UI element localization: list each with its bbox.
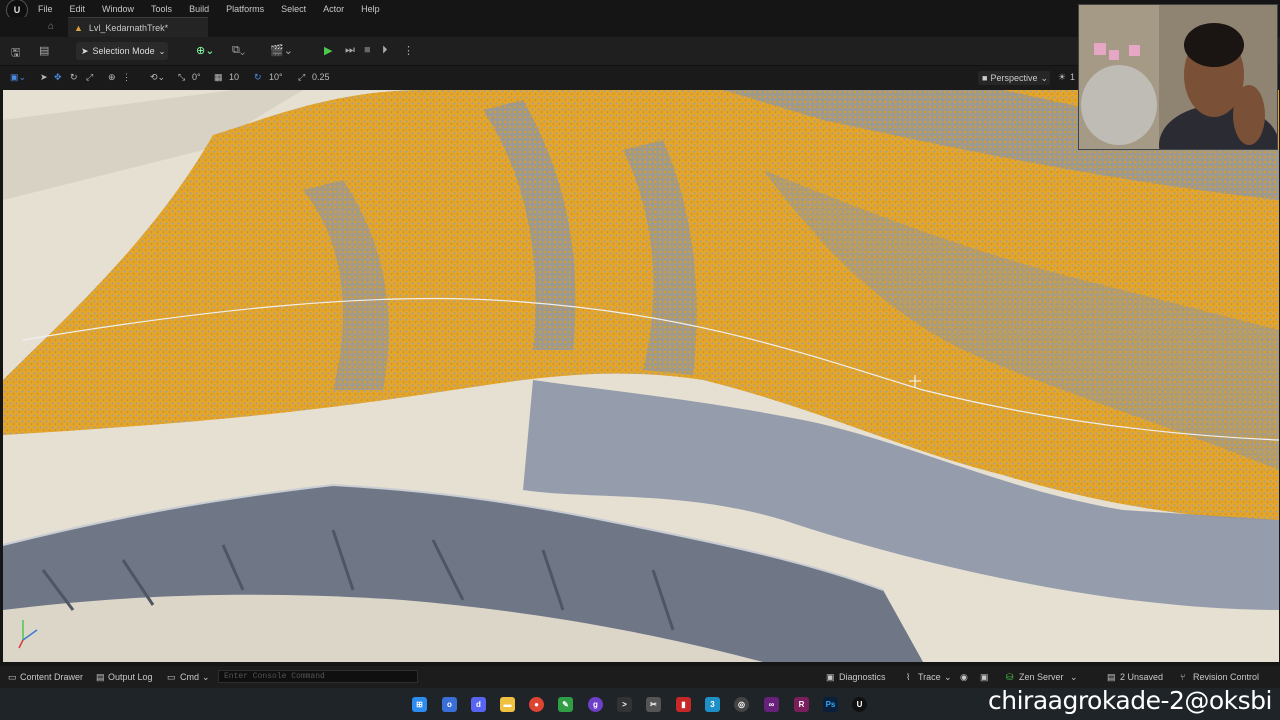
perspective-dropdown[interactable]: ■ Perspective ⌄ — [978, 71, 1050, 85]
red-app-icon[interactable]: ▮ — [676, 697, 691, 712]
scale-icon[interactable]: ⤢ — [86, 72, 93, 83]
unreal-engine-icon[interactable]: U — [852, 697, 867, 712]
notepad-icon[interactable]: ✎ — [558, 697, 573, 712]
menu-build[interactable]: Build — [189, 4, 209, 14]
discord-icon[interactable]: d — [471, 697, 486, 712]
diagnostics-button[interactable]: Diagnostics — [839, 672, 886, 682]
add-actor-icon[interactable]: ⊕⌄ — [196, 44, 214, 57]
cmd-dropdown[interactable]: Cmd — [180, 672, 199, 682]
scale-snap-icon[interactable]: ⤢ — [298, 72, 305, 83]
selection-mode-label: Selection Mode — [92, 46, 155, 56]
lit-mode-icon[interactable]: ☀ — [1058, 72, 1066, 83]
rider-icon[interactable]: R — [794, 697, 809, 712]
webcam-feed — [1079, 5, 1277, 149]
world-space-icon[interactable]: ⊕ — [108, 72, 116, 83]
photoshop-icon[interactable]: Ps — [823, 697, 838, 712]
cursor-icon: ➤ — [81, 45, 89, 56]
selection-mode-dropdown[interactable]: ➤ Selection Mode ⌄ — [76, 42, 168, 60]
file-explorer-icon[interactable]: ▬ — [500, 697, 515, 712]
cinematics-icon[interactable]: 🎬⌄ — [270, 44, 293, 57]
menu-actor[interactable]: Actor — [323, 4, 344, 14]
github-icon[interactable]: g — [588, 697, 603, 712]
chevron-down-icon: ⌄ — [1040, 72, 1049, 83]
revision-control-button[interactable]: Revision Control — [1193, 672, 1259, 682]
grid-snap-value[interactable]: 10 — [229, 72, 239, 82]
menu-help[interactable]: Help — [361, 4, 380, 14]
blueprint-icon[interactable]: ⧉⌄ — [232, 44, 245, 57]
obs-icon[interactable]: ◎ — [734, 697, 749, 712]
angle-snap-icon[interactable]: ↻ — [254, 72, 262, 83]
zen-server-icon[interactable]: ⛁ — [1006, 672, 1014, 683]
menu-edit[interactable]: Edit — [70, 4, 86, 14]
play-icon[interactable]: ▶ — [324, 44, 332, 57]
rotate-icon[interactable]: ↻ — [70, 72, 78, 83]
more-options-icon[interactable]: ⋮ — [403, 44, 414, 57]
rotation-snap-icon[interactable]: ⤡ — [178, 72, 185, 83]
layout-icon[interactable]: ▣ — [980, 672, 989, 683]
rotation-snap-value[interactable]: 0° — [192, 72, 201, 82]
surface-snap-icon[interactable]: ⟲⌄ — [150, 72, 165, 83]
console-input[interactable]: Enter Console Command — [218, 670, 418, 683]
output-log-button[interactable]: Output Log — [108, 672, 153, 682]
translate-icon[interactable]: ✥ — [54, 72, 62, 83]
cmd-icon[interactable]: ▭ — [167, 672, 176, 683]
menu-select[interactable]: Select — [281, 4, 306, 14]
grid-snap-icon[interactable]: ▦ — [214, 72, 223, 83]
camera-icon: ■ — [982, 73, 988, 83]
angle-snap-value[interactable]: 10° — [269, 72, 283, 82]
content-drawer-button[interactable]: Content Drawer — [20, 672, 83, 682]
select-icon[interactable]: ➤ — [40, 72, 48, 83]
stop-icon[interactable]: ■ — [364, 44, 371, 56]
chrome-icon[interactable]: ● — [529, 697, 544, 712]
zen-server-button[interactable]: Zen Server — [1019, 672, 1064, 682]
windows-start-icon[interactable]: ⊞ — [412, 697, 427, 712]
chevron-down-icon: ⌄ — [1070, 672, 1078, 682]
landscape-render[interactable] — [3, 90, 1279, 662]
partial-label: 1 — [1070, 72, 1076, 82]
chevron-down-icon: ⌄ — [944, 672, 952, 682]
terminal-icon[interactable]: > — [617, 697, 632, 712]
level-icon: ▲ — [74, 23, 83, 33]
advance-frame-icon[interactable]: ⏭ — [345, 44, 355, 57]
output-log-icon[interactable]: ▤ — [96, 672, 105, 683]
webcam-overlay — [1078, 4, 1278, 150]
menu-window[interactable]: Window — [102, 4, 134, 14]
viewport-menu-icon[interactable]: ▣⌄ — [10, 72, 26, 83]
content-drawer-icon[interactable]: ▭ — [8, 672, 17, 683]
unsaved-icon[interactable]: ▤ — [1107, 672, 1116, 683]
more-icon[interactable]: ⋮ — [122, 72, 131, 83]
visual-studio-icon[interactable]: ∞ — [764, 697, 779, 712]
launch-icon[interactable]: ⏵ — [382, 44, 388, 57]
upi-watermark: chiraagrokade-2@oksbi — [988, 686, 1273, 715]
revision-control-icon[interactable]: ⑂ — [1180, 672, 1185, 682]
snipping-tool-icon[interactable]: ✂ — [646, 697, 661, 712]
save-icon[interactable]: 🖫 — [11, 44, 20, 63]
chevron-down-icon: ⌄ — [202, 672, 210, 682]
menu-tools[interactable]: Tools — [151, 4, 172, 14]
unsaved-button[interactable]: 2 Unsaved — [1120, 672, 1163, 682]
trace-dropdown[interactable]: Trace — [918, 672, 941, 682]
diagnostics-icon[interactable]: ▣ — [826, 672, 835, 683]
menu-file[interactable]: File — [38, 4, 53, 14]
perspective-label: Perspective — [990, 73, 1038, 83]
home-icon[interactable]: ⌂ — [48, 21, 54, 32]
status-bar: ▭ Content Drawer ▤ Output Log ▭ Cmd ⌄ En… — [0, 666, 1280, 688]
chevron-down-icon: ⌄ — [158, 46, 166, 56]
scale-snap-value[interactable]: 0.25 — [312, 72, 330, 82]
content-browser-icon[interactable]: ▤ — [39, 44, 49, 57]
app-icon[interactable]: 3 — [705, 697, 720, 712]
outlook-icon[interactable]: o — [442, 697, 457, 712]
level-tab[interactable]: ▲ Lvl_KedarnathTrek* — [68, 17, 208, 38]
record-icon[interactable]: ◉ — [960, 672, 968, 683]
level-tab-label: Lvl_KedarnathTrek* — [88, 23, 169, 33]
level-viewport[interactable] — [3, 90, 1279, 662]
trace-icon[interactable]: ⌇ — [906, 672, 910, 683]
menu-platforms[interactable]: Platforms — [226, 4, 264, 14]
